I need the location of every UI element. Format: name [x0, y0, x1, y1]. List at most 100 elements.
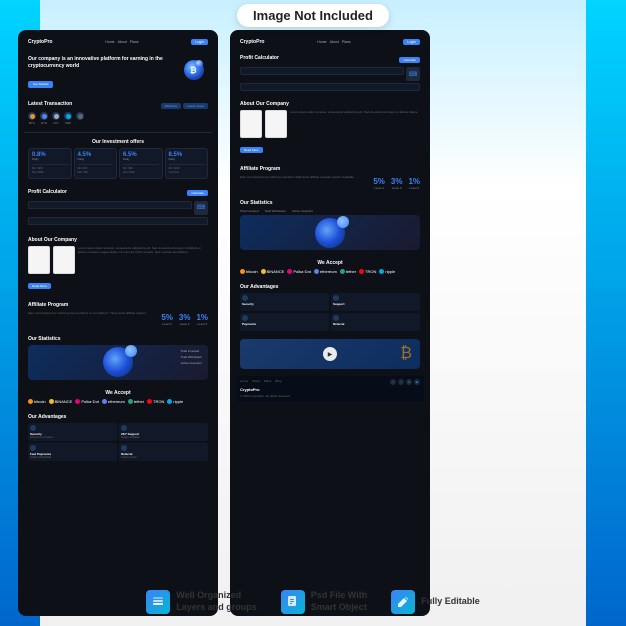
footer-link-plans[interactable]: Plans [264, 379, 272, 385]
invest-min-4: Min: $10K [169, 167, 205, 170]
right-accept-title: We Accept [240, 260, 420, 266]
right-about-docs: Lorem ipsum dolor sit amet, consectetur … [240, 110, 420, 138]
tx-circle-btc [28, 112, 36, 120]
footer-tagline: © 2024 CryptoPro. All rights reserved. [240, 394, 420, 398]
right-adv-card-2: Support [331, 293, 420, 311]
footer-link-about[interactable]: About [252, 379, 260, 385]
right-calc-btn[interactable]: Calculate [399, 57, 420, 63]
social-facebook[interactable]: f [390, 379, 396, 385]
tether-dot [128, 399, 133, 404]
affiliate-content: Earn commissions by referring new member… [28, 311, 208, 326]
invest-label-3: Daily [123, 158, 159, 162]
nav-cta-btn[interactable]: Login [191, 39, 208, 45]
right-level-pct-3: 1% [408, 177, 420, 186]
about-read-more-btn[interactable]: Read More [28, 283, 51, 289]
right-adv-icon-2 [333, 295, 339, 301]
tx-label-other: ... [79, 121, 82, 125]
right-accept-polka: Polka·Dot [287, 269, 311, 274]
play-button[interactable]: ▶ [323, 347, 337, 361]
we-accept-section: We Accept bitcoin BINANCE Polka·Dot [24, 387, 212, 407]
footer-link-home[interactable]: Home [240, 379, 248, 385]
footer-social: f t in ▶ [390, 379, 420, 385]
footer-nav: Home About Plans Blog f t in ▶ [240, 379, 420, 385]
social-instagram[interactable]: in [406, 379, 412, 385]
right-stats-labels: Total Invested Total Withdrawn Active In… [240, 209, 420, 213]
hero-crypto-icon: ₿ [180, 56, 208, 84]
calc-amount-input[interactable] [28, 201, 192, 209]
accept-tether: tether [128, 399, 144, 404]
left-nav-bar: CryptoPro Home About Plans Login [24, 36, 212, 48]
invest-min-2: Min: $1K [78, 167, 114, 170]
right-eth-dot [314, 269, 319, 274]
tx-label-ltc: LTC [53, 121, 58, 125]
calc-period-input[interactable] [28, 217, 208, 225]
stats-val-3: Active Investors [181, 361, 202, 365]
nav-link-plans: Plans [130, 40, 139, 44]
layers-icon [146, 590, 170, 614]
social-youtube[interactable]: ▶ [414, 379, 420, 385]
right-calc-inputs: ⌨ [240, 67, 420, 81]
right-adv-title-1: Security [242, 302, 327, 306]
stats-visual: Total Invested Total Withdrawn Active In… [28, 345, 208, 380]
right-stat-label-1: Total Invested [240, 209, 259, 213]
level-pct-2: 3% [179, 313, 191, 322]
advantages-section: Our Advantages Security Advanced encrypt… [24, 411, 212, 464]
hero-text: Our company is an innovative platform fo… [28, 56, 180, 90]
social-twitter[interactable]: t [398, 379, 404, 385]
profit-calc-section: Profit Calculator Calculate ⌨ [24, 186, 212, 230]
right-level-label-3: Level 3 [408, 186, 420, 190]
feature-badge-editable: Fully Editable [391, 590, 480, 614]
binance-dot [49, 399, 54, 404]
right-adv-title: Our Advantages [240, 284, 420, 290]
feature-editable-text: Fully Editable [421, 596, 480, 608]
tx-header: Latest Transaction Withdraw Latest inves… [28, 101, 208, 110]
latest-invest-btn[interactable]: Latest invest [183, 103, 208, 109]
right-read-more-btn[interactable]: Read More [240, 147, 263, 153]
footer-section: Home About Plans Blog f t in ▶ CryptoPro… [236, 376, 424, 401]
footer-link-blog[interactable]: Blog [275, 379, 281, 385]
watermark-text: Image Not Included [253, 8, 373, 23]
right-adv-card-4: Referral [331, 313, 420, 331]
nav-link-home: Home [105, 40, 114, 44]
right-binance-dot [261, 269, 266, 274]
adv-text-3: Instant withdrawals [30, 456, 115, 459]
invest-label-1: Daily [32, 158, 68, 162]
calc-header: Profit Calculator Calculate [28, 189, 208, 198]
main-container: CryptoPro Home About Plans Login Our com… [0, 20, 626, 626]
right-stats-3d [315, 218, 345, 248]
adv-card-4: Referral 3-level system [119, 443, 208, 461]
right-adv-icon-1 [242, 295, 248, 301]
affiliate-desc: Earn commissions by referring new member… [28, 311, 157, 315]
right-nav-cta[interactable]: Login [403, 39, 420, 45]
level-item-2: 3% Level 2 [179, 313, 191, 326]
invest-min-3: Min: $5K [123, 167, 159, 170]
right-accept-ripple: ripple [379, 269, 395, 274]
stats-val-2: Total Withdrawn [181, 355, 202, 359]
adv-card-1: Security Advanced encryption [28, 423, 117, 441]
right-adv-title-3: Payments [242, 322, 327, 326]
withdraw-btn[interactable]: Withdraw [161, 103, 182, 109]
right-affiliate-levels: 5% Level 1 3% Level 2 1% Level 3 [373, 177, 420, 190]
invest-card-3: 6.5% Daily Min: $5K Max: $10K [119, 148, 163, 179]
accept-ripple: ripple [167, 399, 183, 404]
right-adv-title-4: Referral [333, 322, 418, 326]
right-polka-dot [287, 269, 292, 274]
video-bitcoin-icon: ₿ [400, 345, 412, 363]
right-doc-1 [240, 110, 262, 138]
right-calc-period[interactable] [240, 83, 420, 91]
right-calc-amount[interactable] [240, 67, 404, 75]
right-affiliate-content: Earn commissions by referring members. M… [240, 175, 420, 190]
hero-section: Our company is an innovative platform fo… [24, 52, 212, 94]
ethereum-dot [102, 399, 107, 404]
investment-title: Our Investment offers [28, 139, 208, 145]
calc-btn[interactable]: Calculate [187, 190, 208, 196]
invest-cards-row: 0.8% Daily Min: $100 Max: $999 4.5% Dail… [28, 148, 208, 179]
right-stats-title: Our Statistics [240, 200, 420, 206]
left-card-inner: CryptoPro Home About Plans Login Our com… [18, 30, 218, 616]
level-item-1: 5% Level 1 [161, 313, 173, 326]
tx-item-ltc: LTC [52, 112, 60, 125]
left-nav-links: Home About Plans [105, 40, 138, 44]
right-level-label-2: Level 2 [391, 186, 403, 190]
invest-max-3: Max: $10K [123, 171, 159, 174]
hero-cta-btn[interactable]: Get Started [28, 81, 53, 88]
